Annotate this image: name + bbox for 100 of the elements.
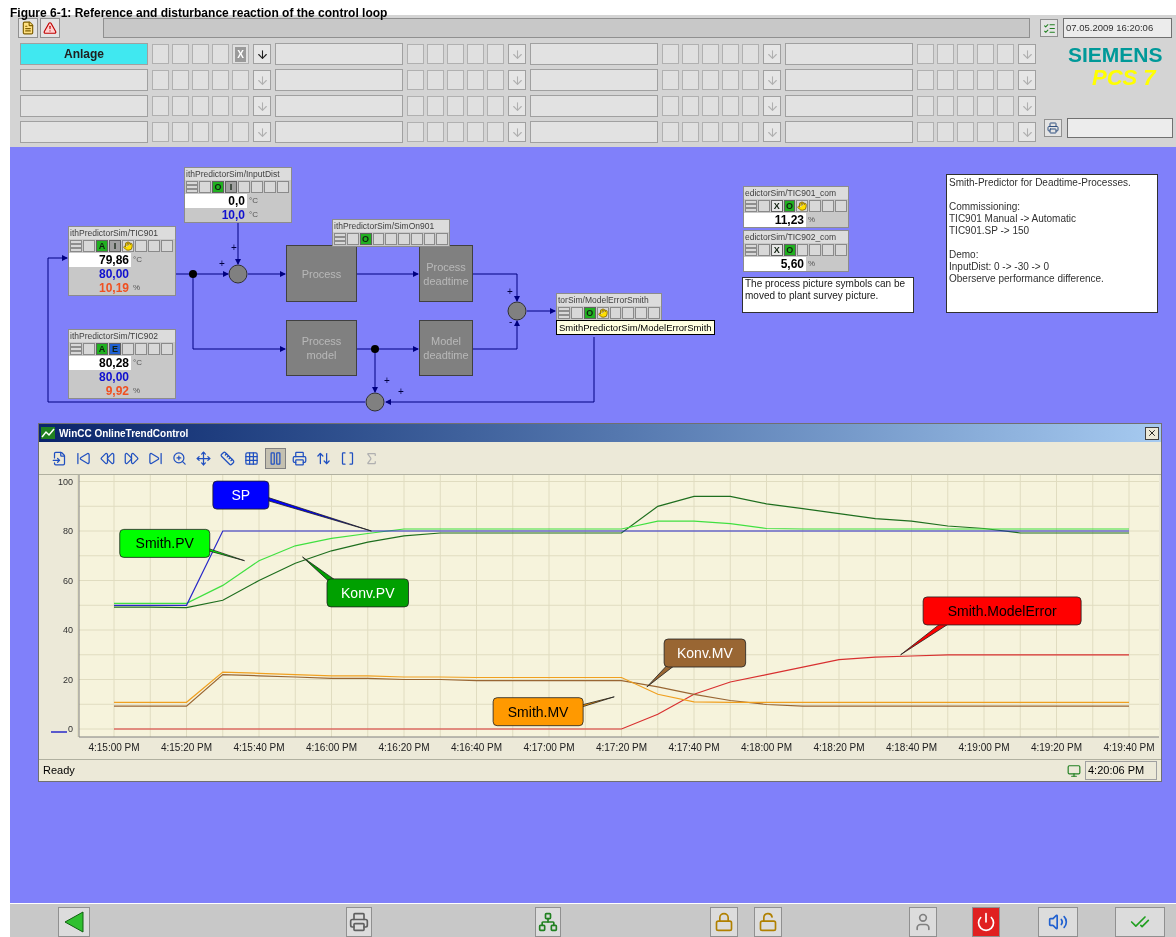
empty-slot[interactable] (722, 70, 739, 90)
mode-button[interactable]: O (212, 181, 224, 193)
empty-slot[interactable] (152, 70, 169, 90)
area-button[interactable] (785, 95, 913, 117)
empty-slot[interactable] (662, 70, 679, 90)
empty-slot[interactable] (682, 122, 699, 142)
faceplate[interactable]: ithPredictorSim/TIC902 A E 80,28 °C 80,00 9,92 % (68, 329, 176, 399)
arrow-down-button[interactable] (253, 44, 271, 64)
empty-slot[interactable] (682, 96, 699, 116)
empty-slot[interactable] (407, 70, 424, 90)
empty-slot[interactable] (152, 122, 169, 142)
area-button[interactable] (20, 69, 148, 91)
empty-slot[interactable] (917, 96, 934, 116)
alarm-button[interactable] (40, 18, 60, 38)
empty-slot[interactable] (487, 122, 504, 142)
mode-button[interactable]: O (783, 200, 796, 212)
area-button[interactable] (530, 69, 658, 91)
empty-slot[interactable] (957, 44, 974, 64)
area-button[interactable] (785, 121, 913, 143)
empty-slot[interactable] (467, 122, 484, 142)
faceplate[interactable]: torSim/ModelErrorSmith O (556, 293, 662, 321)
empty-slot[interactable] (662, 96, 679, 116)
empty-slot[interactable] (937, 44, 954, 64)
empty-slot[interactable] (917, 70, 934, 90)
pause-button[interactable] (265, 447, 286, 469)
empty-slot[interactable] (447, 70, 464, 90)
empty-slot[interactable] (447, 96, 464, 116)
input-field[interactable] (1067, 118, 1173, 138)
empty-slot[interactable] (232, 70, 249, 90)
area-button[interactable] (530, 121, 658, 143)
empty-slot[interactable] (212, 96, 229, 116)
empty-slot[interactable] (977, 44, 994, 64)
empty-slot[interactable] (407, 122, 424, 142)
empty-slot[interactable] (172, 44, 189, 64)
printer-button[interactable] (346, 907, 372, 937)
empty-slot[interactable] (172, 70, 189, 90)
empty-slot[interactable] (192, 122, 209, 142)
mode-button[interactable]: A (96, 240, 108, 252)
mode-button[interactable]: O (783, 244, 796, 256)
empty-slot[interactable] (977, 122, 994, 142)
power-button[interactable] (972, 907, 1000, 937)
back-button[interactable] (58, 907, 90, 937)
empty-slot[interactable] (487, 44, 504, 64)
empty-slot[interactable] (957, 122, 974, 142)
empty-slot[interactable] (742, 96, 759, 116)
mode-button[interactable]: X (770, 200, 783, 212)
checklist-button[interactable] (1040, 19, 1058, 37)
empty-slot[interactable] (937, 122, 954, 142)
empty-slot[interactable] (702, 44, 719, 64)
empty-slot[interactable] (232, 96, 249, 116)
empty-slot[interactable] (662, 122, 679, 142)
empty-slot[interactable] (722, 122, 739, 142)
user-button[interactable] (909, 907, 937, 937)
area-button[interactable] (785, 43, 913, 65)
faceplate[interactable]: ithPredictorSim/InputDist O I 0,0 °C 10,0 °C (184, 167, 292, 223)
empty-slot[interactable] (937, 70, 954, 90)
print-button[interactable] (1044, 119, 1062, 137)
empty-slot[interactable] (427, 70, 444, 90)
area-button[interactable]: Anlage (20, 43, 148, 65)
notepad-button[interactable] (18, 18, 38, 38)
faceplate[interactable]: ithPredictorSim/SimOn901 O (332, 219, 450, 247)
network-button[interactable] (535, 907, 561, 937)
empty-slot[interactable] (917, 44, 934, 64)
empty-slot[interactable] (487, 96, 504, 116)
empty-slot[interactable] (742, 122, 759, 142)
empty-slot[interactable] (152, 96, 169, 116)
empty-slot[interactable] (467, 70, 484, 90)
empty-slot[interactable] (997, 122, 1014, 142)
empty-slot[interactable] (722, 44, 739, 64)
empty-slot[interactable] (152, 44, 169, 64)
empty-slot[interactable] (407, 96, 424, 116)
empty-slot[interactable] (997, 44, 1014, 64)
empty-slot[interactable] (917, 122, 934, 142)
area-button[interactable] (20, 95, 148, 117)
empty-slot[interactable] (407, 44, 424, 64)
lock-button[interactable] (710, 907, 738, 937)
close-button[interactable] (1145, 426, 1159, 440)
area-button[interactable] (275, 69, 403, 91)
empty-slot[interactable] (977, 96, 994, 116)
speaker-button[interactable] (1038, 907, 1078, 937)
empty-slot[interactable] (957, 96, 974, 116)
empty-slot[interactable] (212, 70, 229, 90)
empty-slot[interactable] (742, 70, 759, 90)
empty-slot[interactable] (682, 44, 699, 64)
mode-button[interactable]: I (109, 240, 121, 252)
mode-button[interactable]: O (359, 233, 372, 245)
empty-slot[interactable] (427, 44, 444, 64)
empty-slot[interactable] (172, 122, 189, 142)
empty-slot[interactable] (232, 122, 249, 142)
area-button[interactable] (20, 121, 148, 143)
empty-slot[interactable] (702, 122, 719, 142)
empty-slot[interactable] (192, 44, 209, 64)
empty-slot[interactable] (192, 70, 209, 90)
empty-slot[interactable] (957, 70, 974, 90)
empty-slot[interactable] (212, 122, 229, 142)
empty-slot[interactable] (937, 96, 954, 116)
empty-slot[interactable] (467, 96, 484, 116)
faceplate[interactable]: edictorSim/TIC901_com X O 11,23 % (743, 186, 849, 228)
empty-slot[interactable] (192, 96, 209, 116)
empty-slot[interactable] (997, 70, 1014, 90)
